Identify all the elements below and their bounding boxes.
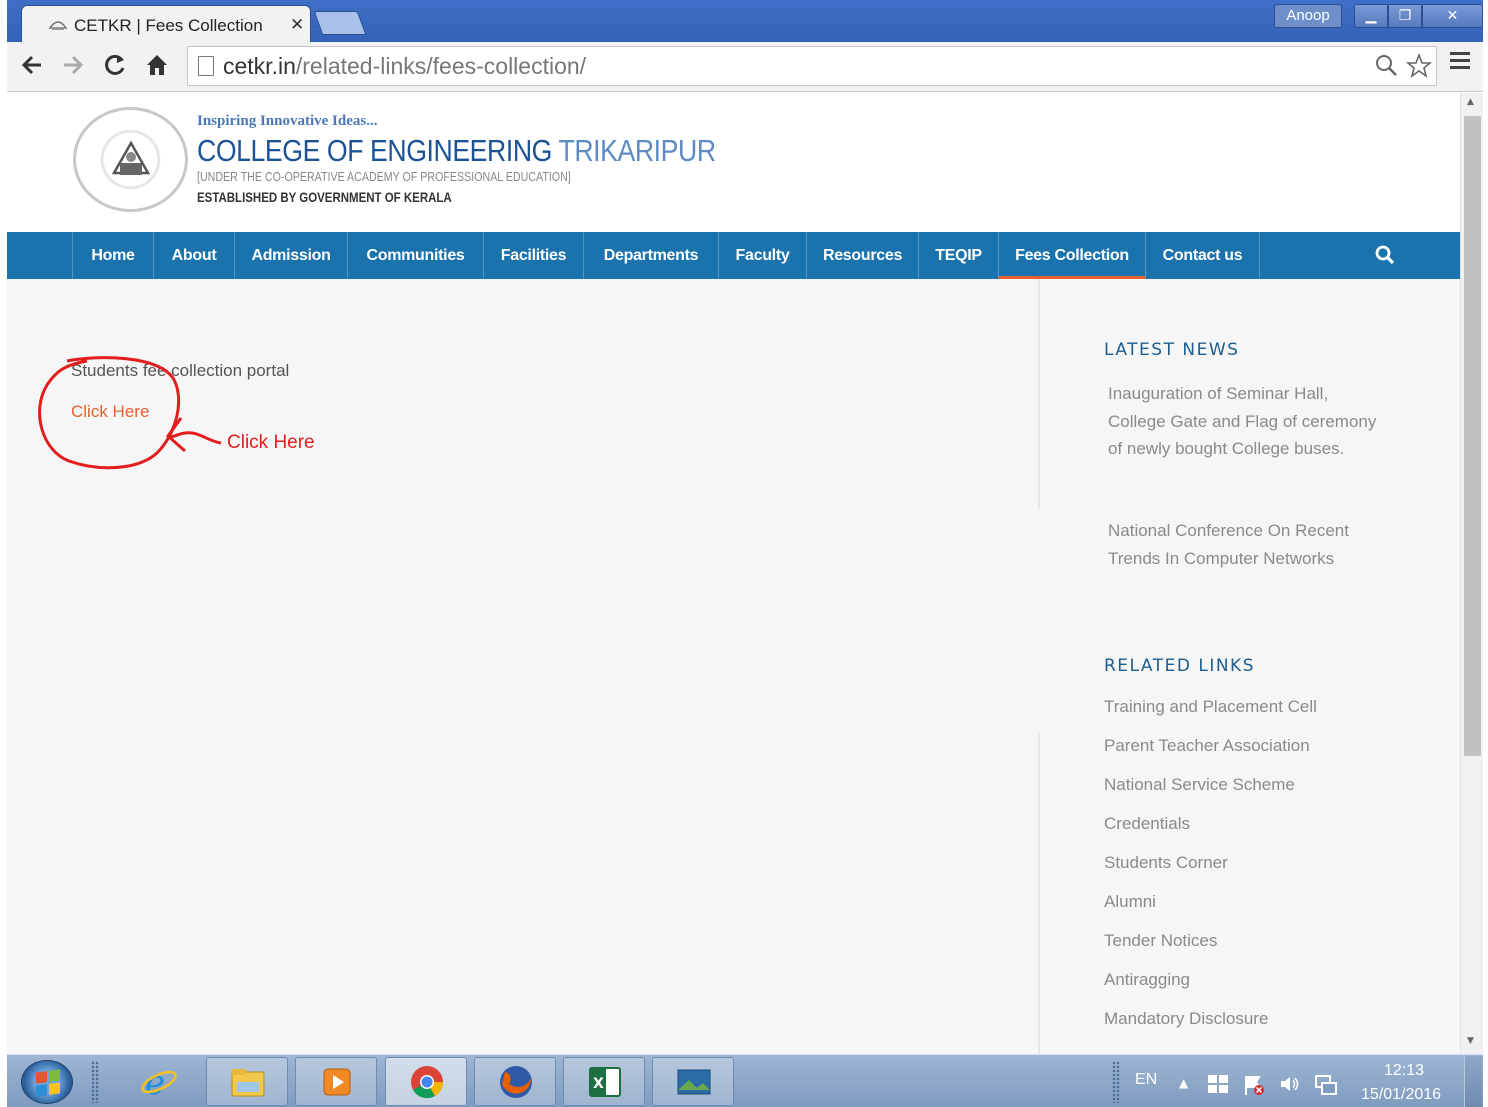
reload-icon[interactable] — [102, 52, 128, 83]
taskbar-picture-viewer[interactable] — [652, 1057, 734, 1106]
scroll-thumb[interactable] — [1464, 116, 1481, 756]
address-bar[interactable]: cetkr.in/related-links/fees-collection/ — [187, 46, 1437, 86]
search-icon[interactable] — [1374, 244, 1396, 266]
related-link[interactable]: Parent Teacher Association — [1104, 736, 1310, 756]
taskbar-grip — [91, 1061, 99, 1103]
show-hidden-icons-icon[interactable]: ▲ — [1179, 1076, 1188, 1090]
nav-facilities[interactable]: Facilities — [483, 232, 583, 279]
scroll-up-icon[interactable]: ▲ — [1467, 97, 1474, 107]
browser-tab[interactable]: CETKR | Fees Collection ✕ — [21, 5, 311, 42]
zoom-search-icon[interactable] — [1374, 53, 1398, 83]
related-link[interactable]: Students Corner — [1104, 853, 1228, 873]
language-indicator[interactable]: EN — [1135, 1071, 1157, 1089]
firefox-icon — [500, 1066, 532, 1098]
profile-button[interactable]: Anoop — [1274, 4, 1342, 28]
nav-resources[interactable]: Resources — [806, 232, 918, 279]
picture-viewer-icon — [677, 1069, 711, 1095]
related-link[interactable]: Mandatory Disclosure — [1104, 1009, 1268, 1029]
sidebar-divider — [1038, 733, 1040, 1054]
annotation-label: Click Here — [227, 432, 315, 453]
related-link[interactable]: National Service Scheme — [1104, 775, 1295, 795]
browser-titlebar: CETKR | Fees Collection ✕ Anoop ▁ ❐ ✕ — [7, 0, 1483, 42]
taskbar-chrome[interactable] — [385, 1057, 467, 1106]
windows-logo-icon — [36, 1069, 60, 1097]
new-tab-button[interactable] — [313, 11, 367, 35]
nav-faculty[interactable]: Faculty — [718, 232, 806, 279]
page-scrollbar[interactable]: ▲ ▼ — [1460, 93, 1483, 1054]
clock-time[interactable]: 12:13 — [1384, 1062, 1424, 1080]
show-desktop-button[interactable] — [1464, 1056, 1482, 1107]
taskbar-file-explorer[interactable] — [206, 1057, 288, 1106]
latest-news-heading: LATEST NEWS — [1104, 340, 1240, 360]
sidebar-divider — [1038, 279, 1040, 509]
clock-date[interactable]: 15/01/2016 — [1361, 1086, 1441, 1104]
nav-communities[interactable]: Communities — [347, 232, 483, 279]
related-link[interactable]: Antiragging — [1104, 970, 1190, 990]
annotation-circle — [38, 356, 181, 470]
related-link[interactable]: Credentials — [1104, 814, 1190, 834]
menu-icon[interactable] — [1450, 52, 1470, 73]
tab-favicon-icon — [48, 16, 68, 32]
start-button[interactable] — [21, 1060, 73, 1104]
taskbar-excel[interactable]: X — [563, 1057, 645, 1106]
url-text: cetkr.in/related-links/fees-collection/ — [223, 53, 587, 79]
window-controls: ▁ ❐ ✕ — [1354, 4, 1483, 28]
browser-toolbar: cetkr.in/related-links/fees-collection/ — [7, 42, 1483, 92]
media-player-icon — [323, 1068, 351, 1096]
folder-icon — [231, 1069, 265, 1097]
volume-icon[interactable] — [1279, 1074, 1301, 1098]
windows-taskbar: e X EN ▲ 12:13 15/01/2016 — [7, 1054, 1483, 1107]
network-icon[interactable] — [1314, 1074, 1338, 1100]
forward-arrow-icon[interactable] — [60, 52, 86, 83]
nav-contact-us[interactable]: Contact us — [1145, 232, 1260, 279]
tray-grip — [1112, 1061, 1120, 1103]
taskbar-firefox[interactable] — [474, 1057, 556, 1106]
nav-departments[interactable]: Departments — [583, 232, 718, 279]
web-page: Inspiring Innovative Ideas... COLLEGE OF… — [7, 93, 1460, 1054]
maximize-button[interactable]: ❐ — [1388, 4, 1422, 28]
home-icon[interactable] — [144, 52, 170, 83]
svg-text:X: X — [593, 1076, 604, 1092]
taskbar-media-player[interactable] — [295, 1057, 377, 1106]
nav-teqip[interactable]: TEQIP — [918, 232, 998, 279]
tab-title: CETKR | Fees Collection — [74, 16, 263, 35]
windows-tray-icon[interactable] — [1207, 1074, 1229, 1098]
action-center-flag-icon[interactable] — [1243, 1074, 1265, 1100]
back-arrow-icon[interactable] — [19, 52, 45, 83]
page-icon — [198, 56, 214, 76]
annotation-arrow — [168, 431, 222, 445]
news-item[interactable]: Inauguration of Seminar Hall, College Ga… — [1108, 380, 1376, 463]
close-window-button[interactable]: ✕ — [1422, 4, 1483, 28]
minimize-button[interactable]: ▁ — [1354, 4, 1388, 28]
excel-icon: X — [589, 1067, 621, 1097]
chrome-icon — [411, 1066, 444, 1099]
news-item[interactable]: National Conference On Recent Trends In … — [1108, 517, 1349, 572]
nav-fees-collection[interactable]: Fees Collection — [998, 232, 1145, 279]
related-link[interactable]: Alumni — [1104, 892, 1156, 912]
scroll-down-icon[interactable]: ▼ — [1467, 1036, 1474, 1046]
internet-explorer-icon: e — [141, 1064, 177, 1100]
related-links-heading: RELATED LINKS — [1104, 656, 1255, 676]
bookmark-star-icon[interactable] — [1405, 52, 1433, 85]
related-link[interactable]: Tender Notices — [1104, 931, 1217, 951]
tab-close-icon[interactable]: ✕ — [290, 15, 304, 35]
related-link[interactable]: Training and Placement Cell — [1104, 697, 1317, 717]
taskbar-internet-explorer[interactable]: e — [117, 1057, 199, 1106]
